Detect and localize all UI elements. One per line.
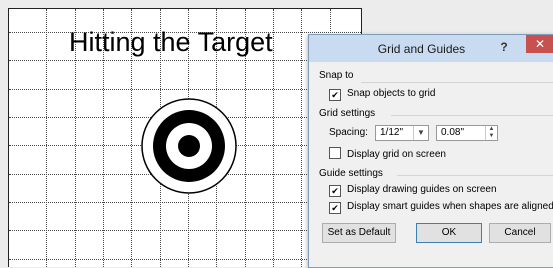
section-guide-settings: Guide settings [319,168,383,179]
checkbox-label: Display grid on screen [347,149,446,160]
grid-and-guides-dialog: Grid and Guides ? ✕ Snap to ✔ Snap object… [308,34,553,268]
checkbox-checked-icon[interactable]: ✔ [329,202,341,214]
spacing-input[interactable]: 0.08" ▲ ▼ [436,125,498,141]
spin-arrows-icon[interactable]: ▲ ▼ [485,126,497,140]
dialog-title: Grid and Guides [377,42,466,56]
set-as-default-button[interactable]: Set as Default [322,223,396,243]
dialog-titlebar[interactable]: Grid and Guides ? ✕ [309,35,553,62]
spacing-label: Spacing: [329,127,368,138]
checkbox-checked-icon[interactable]: ✔ [329,185,341,197]
checkbox-label: Display drawing guides on screen [347,184,497,195]
snap-objects-checkbox[interactable]: ✔ Snap objects to grid [329,88,553,101]
spacing-select-value: 1/12" [380,127,404,138]
slide-title[interactable]: Hitting the Target [69,27,309,58]
ok-button[interactable]: OK [416,223,482,243]
grid-line [46,9,47,267]
spacing-value: 0.08" [441,127,465,138]
divider [391,115,553,116]
checkbox-label: Display smart guides when shapes are ali… [347,201,553,212]
checkbox-label: Snap objects to grid [347,88,436,99]
target-shape[interactable] [139,96,239,196]
divider [361,82,553,83]
section-grid-settings: Grid settings [319,108,376,119]
help-icon[interactable]: ? [496,39,512,55]
display-grid-checkbox[interactable]: Display grid on screen [329,147,553,160]
spacing-select[interactable]: 1/12" ▼ [375,125,429,141]
smart-guides-checkbox[interactable]: ✔ Display smart guides when shapes are al… [329,201,553,214]
checkbox-checked-icon[interactable]: ✔ [329,89,341,101]
section-snap-to: Snap to [319,70,354,81]
chevron-down-icon[interactable]: ▼ [413,126,428,140]
close-icon[interactable]: ✕ [526,35,553,53]
checkbox-unchecked-icon[interactable] [329,147,341,159]
cancel-button[interactable]: Cancel [489,223,551,243]
divider [397,175,553,176]
drawing-guides-checkbox[interactable]: ✔ Display drawing guides on screen [329,184,553,197]
